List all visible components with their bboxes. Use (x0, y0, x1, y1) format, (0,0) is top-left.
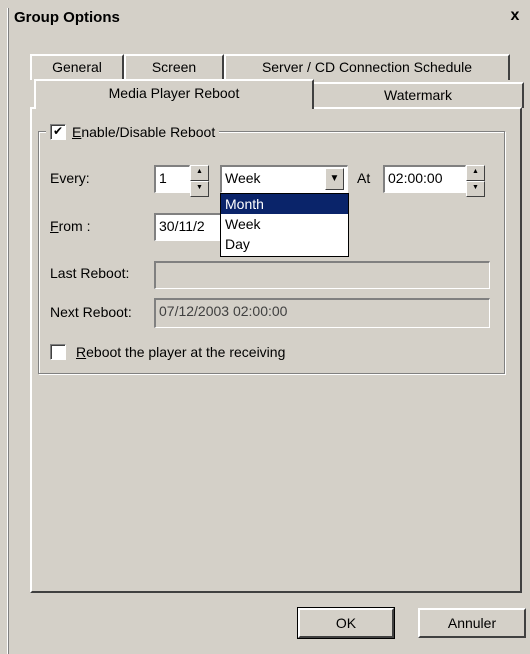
next-reboot-label: Next Reboot: (50, 304, 132, 320)
checkmark-icon: ✔ (52, 124, 64, 138)
reboot-at-receiving-row: Reboot the player at the receiving (50, 344, 285, 360)
reboot-at-receiving-mnemonic: R (76, 344, 87, 360)
tab-media-player-reboot[interactable]: Media Player Reboot (34, 79, 314, 109)
reboot-at-receiving-checkbox[interactable] (50, 344, 66, 360)
last-reboot-label: Last Reboot: (50, 265, 130, 281)
period-dropdown-list: Month Week Day (220, 193, 349, 257)
close-icon[interactable]: x (504, 6, 526, 28)
at-label: At (357, 170, 371, 186)
every-count-input[interactable]: 1 (154, 165, 190, 193)
tab-screen-label: Screen (151, 59, 197, 75)
spin-down-icon[interactable]: ▼ (190, 181, 209, 197)
reboot-at-receiving-label: Reboot the player at the receiving (76, 344, 285, 360)
dialog-title: Group Options (14, 9, 120, 26)
enable-reboot-label: Enable/Disable Reboot (72, 124, 215, 140)
tab-watermark-label: Watermark (384, 87, 452, 103)
tab-server-label: Server / CD Connection Schedule (261, 59, 473, 75)
period-select-value: Week (225, 170, 261, 186)
window-border (7, 8, 9, 654)
tab-general-label: General (52, 59, 102, 75)
at-time-input[interactable]: 02:00:00 (383, 165, 466, 193)
enable-reboot-header: ✔ Enable/Disable Reboot (46, 122, 220, 142)
tab-server-cd-connection-schedule[interactable]: Server / CD Connection Schedule (224, 54, 510, 80)
period-option-day[interactable]: Day (221, 234, 348, 254)
enable-reboot-label-rest: nable/Disable Reboot (81, 124, 216, 140)
ok-button[interactable]: OK (297, 607, 395, 639)
from-label-rest: rom : (58, 218, 91, 234)
tab-media-player-reboot-label: Media Player Reboot (108, 85, 240, 101)
spin-up-icon[interactable]: ▲ (190, 165, 209, 181)
every-count-spinner[interactable]: ▲ ▼ (190, 165, 210, 197)
from-label: From : (50, 218, 90, 234)
group-options-dialog: Group Options x General Screen Server / … (0, 0, 530, 654)
every-label: Every: (50, 170, 90, 186)
tab-watermark[interactable]: Watermark (312, 82, 524, 108)
enable-reboot-checkbox[interactable]: ✔ (50, 124, 66, 140)
cancel-button[interactable]: Annuler (418, 608, 526, 638)
tab-general[interactable]: General (30, 54, 124, 80)
from-label-mnemonic: F (50, 218, 59, 234)
chevron-down-icon[interactable]: ▼ (325, 168, 344, 190)
next-reboot-field: 07/12/2003 02:00:00 (154, 298, 490, 328)
period-option-week[interactable]: Week (221, 214, 348, 234)
reboot-at-receiving-rest: eboot the player at the receiving (86, 344, 286, 360)
last-reboot-field (154, 261, 490, 289)
time-down-icon[interactable]: ▼ (466, 181, 485, 197)
time-up-icon[interactable]: ▲ (466, 165, 485, 181)
period-option-month[interactable]: Month (221, 194, 348, 214)
at-time-spinner[interactable]: ▲ ▼ (466, 165, 486, 197)
enable-reboot-label-mnemonic: E (72, 124, 82, 140)
tab-screen[interactable]: Screen (124, 54, 224, 80)
